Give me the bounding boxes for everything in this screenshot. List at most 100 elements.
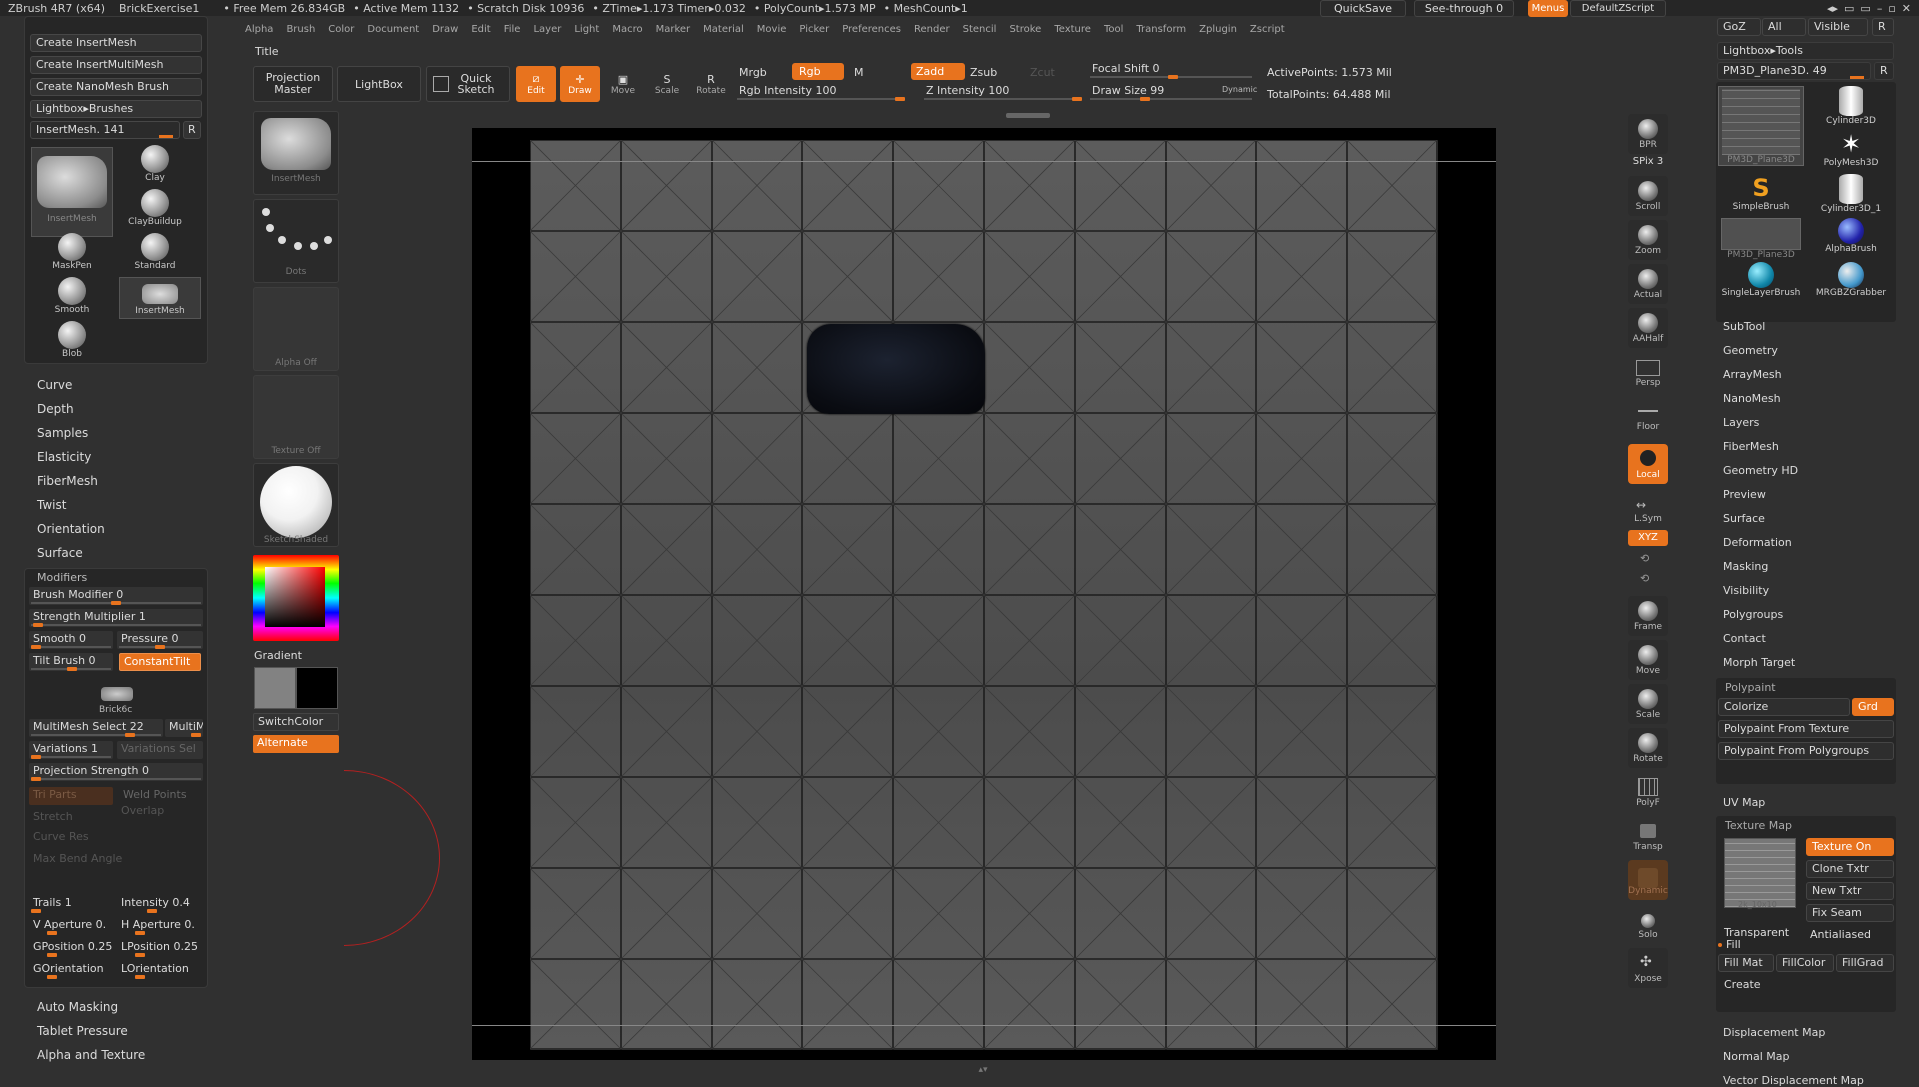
- menu-tool[interactable]: Tool: [1104, 24, 1123, 40]
- brush-blob[interactable]: Blob: [31, 321, 113, 361]
- scale-button[interactable]: S Scale: [648, 66, 686, 102]
- menu-render[interactable]: Render: [914, 24, 950, 40]
- texture-thumbnail[interactable]: [1724, 838, 1796, 908]
- menu-preferences[interactable]: Preferences: [842, 24, 901, 40]
- tool-r-button[interactable]: R: [1874, 62, 1894, 80]
- color-picker[interactable]: [253, 555, 339, 641]
- draw-button[interactable]: ✛ Draw: [560, 66, 600, 102]
- projection-master-button[interactable]: Projection Master: [253, 66, 333, 102]
- transp-button[interactable]: Transp: [1628, 816, 1668, 856]
- tool-cylinder3d[interactable]: Cylinder3D: [1808, 86, 1894, 130]
- menu-geometry[interactable]: Geometry: [1723, 344, 1778, 357]
- tilt-brush-slider[interactable]: Tilt Brush 0: [29, 653, 113, 671]
- variations-sel-slider[interactable]: Variations Sel: [117, 741, 203, 759]
- bpr-button[interactable]: BPR: [1628, 114, 1668, 154]
- fill-mat-button[interactable]: Fill Mat: [1718, 954, 1774, 972]
- tool-alphabrush[interactable]: AlphaBrush: [1808, 218, 1894, 262]
- texture-on-button[interactable]: Texture On: [1806, 838, 1894, 856]
- menu-stencil[interactable]: Stencil: [963, 24, 997, 40]
- alpha-slot[interactable]: Alpha Off: [253, 287, 339, 371]
- scroll-button[interactable]: Scroll: [1628, 176, 1668, 216]
- lorientation-slider[interactable]: LOrientation: [117, 961, 203, 979]
- menu-stroke[interactable]: Stroke: [1009, 24, 1041, 40]
- spix-slider[interactable]: SPix 3: [1628, 156, 1668, 167]
- menu-uv-map[interactable]: UV Map: [1723, 796, 1765, 809]
- menu-visibility[interactable]: Visibility: [1723, 584, 1769, 597]
- menu-geometry-hd[interactable]: Geometry HD: [1723, 464, 1798, 477]
- m-button[interactable]: M: [854, 66, 864, 79]
- antialiased-toggle[interactable]: Antialiased: [1810, 928, 1871, 941]
- constant-tilt-button[interactable]: ConstantTilt: [119, 653, 201, 671]
- brick-mesh-icon[interactable]: [101, 687, 133, 701]
- visible-button[interactable]: Visible: [1808, 18, 1868, 36]
- brush-insertmesh[interactable]: InsertMesh: [119, 277, 201, 319]
- menu-normal-map[interactable]: Normal Map: [1723, 1050, 1790, 1063]
- xyz-button[interactable]: XYZ: [1628, 530, 1668, 546]
- polypaint-from-texture-button[interactable]: Polypaint From Texture: [1718, 720, 1894, 738]
- rgb-intensity-slider[interactable]: Rgb Intensity 100: [735, 83, 907, 101]
- create-insertmesh-button[interactable]: Create InsertMesh: [30, 34, 202, 52]
- colorize-button[interactable]: Colorize: [1718, 698, 1850, 716]
- all-button[interactable]: All: [1762, 18, 1806, 36]
- aahalf-button[interactable]: AAHalf: [1628, 308, 1668, 348]
- z-intensity-slider[interactable]: Z Intensity 100: [922, 83, 1084, 101]
- restore-icon[interactable]: ▫: [1888, 2, 1895, 15]
- create-label[interactable]: Create: [1724, 978, 1761, 991]
- rotate-axis-icon-2[interactable]: ⟲: [1640, 572, 1649, 585]
- dynamic-toggle[interactable]: Dynamic: [1222, 85, 1257, 94]
- rgb-button[interactable]: Rgb: [792, 63, 844, 80]
- curve-res-slider[interactable]: Curve Res: [29, 829, 113, 847]
- menu-layers[interactable]: Layers: [1723, 416, 1759, 429]
- move-button[interactable]: ▣ Move: [604, 66, 642, 102]
- menu-vector-displacement-map[interactable]: Vector Displacement Map: [1723, 1074, 1864, 1087]
- zsub-button[interactable]: Zsub: [970, 66, 997, 79]
- layout-icon-2[interactable]: ▭: [1844, 2, 1854, 15]
- menu-picker[interactable]: Picker: [799, 24, 829, 40]
- menu-tablet-pressure[interactable]: Tablet Pressure: [37, 1024, 128, 1038]
- stretch-slider[interactable]: Stretch: [29, 809, 113, 827]
- clone-txtr-button[interactable]: Clone Txtr: [1806, 860, 1894, 878]
- floor-button[interactable]: Floor: [1628, 396, 1668, 436]
- layout-icon[interactable]: ◂▸: [1827, 2, 1838, 15]
- zcut-button[interactable]: Zcut: [1030, 66, 1055, 79]
- frame-button[interactable]: Frame: [1628, 596, 1668, 636]
- rotate-axis-icon[interactable]: ⟲: [1640, 552, 1649, 565]
- menu-document[interactable]: Document: [367, 24, 419, 40]
- brush-standard[interactable]: Standard: [119, 233, 191, 273]
- fill-color-button[interactable]: FillColor: [1776, 954, 1834, 972]
- lightbox-brushes-button[interactable]: Lightbox▸Brushes: [30, 100, 202, 118]
- bottom-tray-handle[interactable]: ▴▾: [920, 1066, 1046, 1075]
- menu-preview[interactable]: Preview: [1723, 488, 1766, 501]
- smooth-slider[interactable]: Smooth 0: [29, 631, 113, 649]
- strength-multiplier-slider[interactable]: Strength Multiplier 1: [29, 609, 203, 627]
- grd-button[interactable]: Grd: [1852, 698, 1894, 716]
- menu-transform[interactable]: Transform: [1136, 24, 1186, 40]
- actual-button[interactable]: Actual: [1628, 264, 1668, 304]
- v-aperture-slider[interactable]: V Aperture 0.: [29, 917, 113, 935]
- menu-curve[interactable]: Curve: [37, 378, 72, 392]
- see-through-slider[interactable]: See-through 0: [1414, 0, 1514, 17]
- material-slot[interactable]: SketchShaded: [253, 463, 339, 547]
- modifiers-header[interactable]: Modifiers: [37, 571, 87, 584]
- xpose-button[interactable]: ✣ Xpose: [1628, 948, 1668, 988]
- menu-movie[interactable]: Movie: [757, 24, 787, 40]
- goz-button[interactable]: GoZ: [1717, 18, 1761, 36]
- gorientation-slider[interactable]: GOrientation: [29, 961, 113, 979]
- menu-marker[interactable]: Marker: [656, 24, 691, 40]
- scale-view-button[interactable]: Scale: [1628, 684, 1668, 724]
- default-zscript-button[interactable]: DefaultZScript: [1570, 0, 1666, 17]
- close-icon[interactable]: ✕: [1902, 2, 1911, 15]
- brush-maskpen[interactable]: MaskPen: [31, 233, 113, 273]
- menu-material[interactable]: Material: [703, 24, 744, 40]
- menu-layer[interactable]: Layer: [533, 24, 561, 40]
- lightbox-tools-button[interactable]: Lightbox▸Tools: [1717, 42, 1894, 60]
- brush-smooth[interactable]: Smooth: [31, 277, 113, 317]
- tool-pm3d-plane3d-current[interactable]: PM3D_Plane3D: [1718, 86, 1804, 166]
- main-color-swatch[interactable]: [254, 667, 296, 709]
- menu-depth[interactable]: Depth: [37, 402, 74, 416]
- solo-button[interactable]: Solo: [1628, 904, 1668, 944]
- brush-insertmesh-large[interactable]: InsertMesh: [31, 147, 113, 237]
- max-bend-angle-slider[interactable]: Max Bend Angle: [29, 851, 203, 869]
- menu-contact[interactable]: Contact: [1723, 632, 1766, 645]
- menu-surface[interactable]: Surface: [1723, 512, 1765, 525]
